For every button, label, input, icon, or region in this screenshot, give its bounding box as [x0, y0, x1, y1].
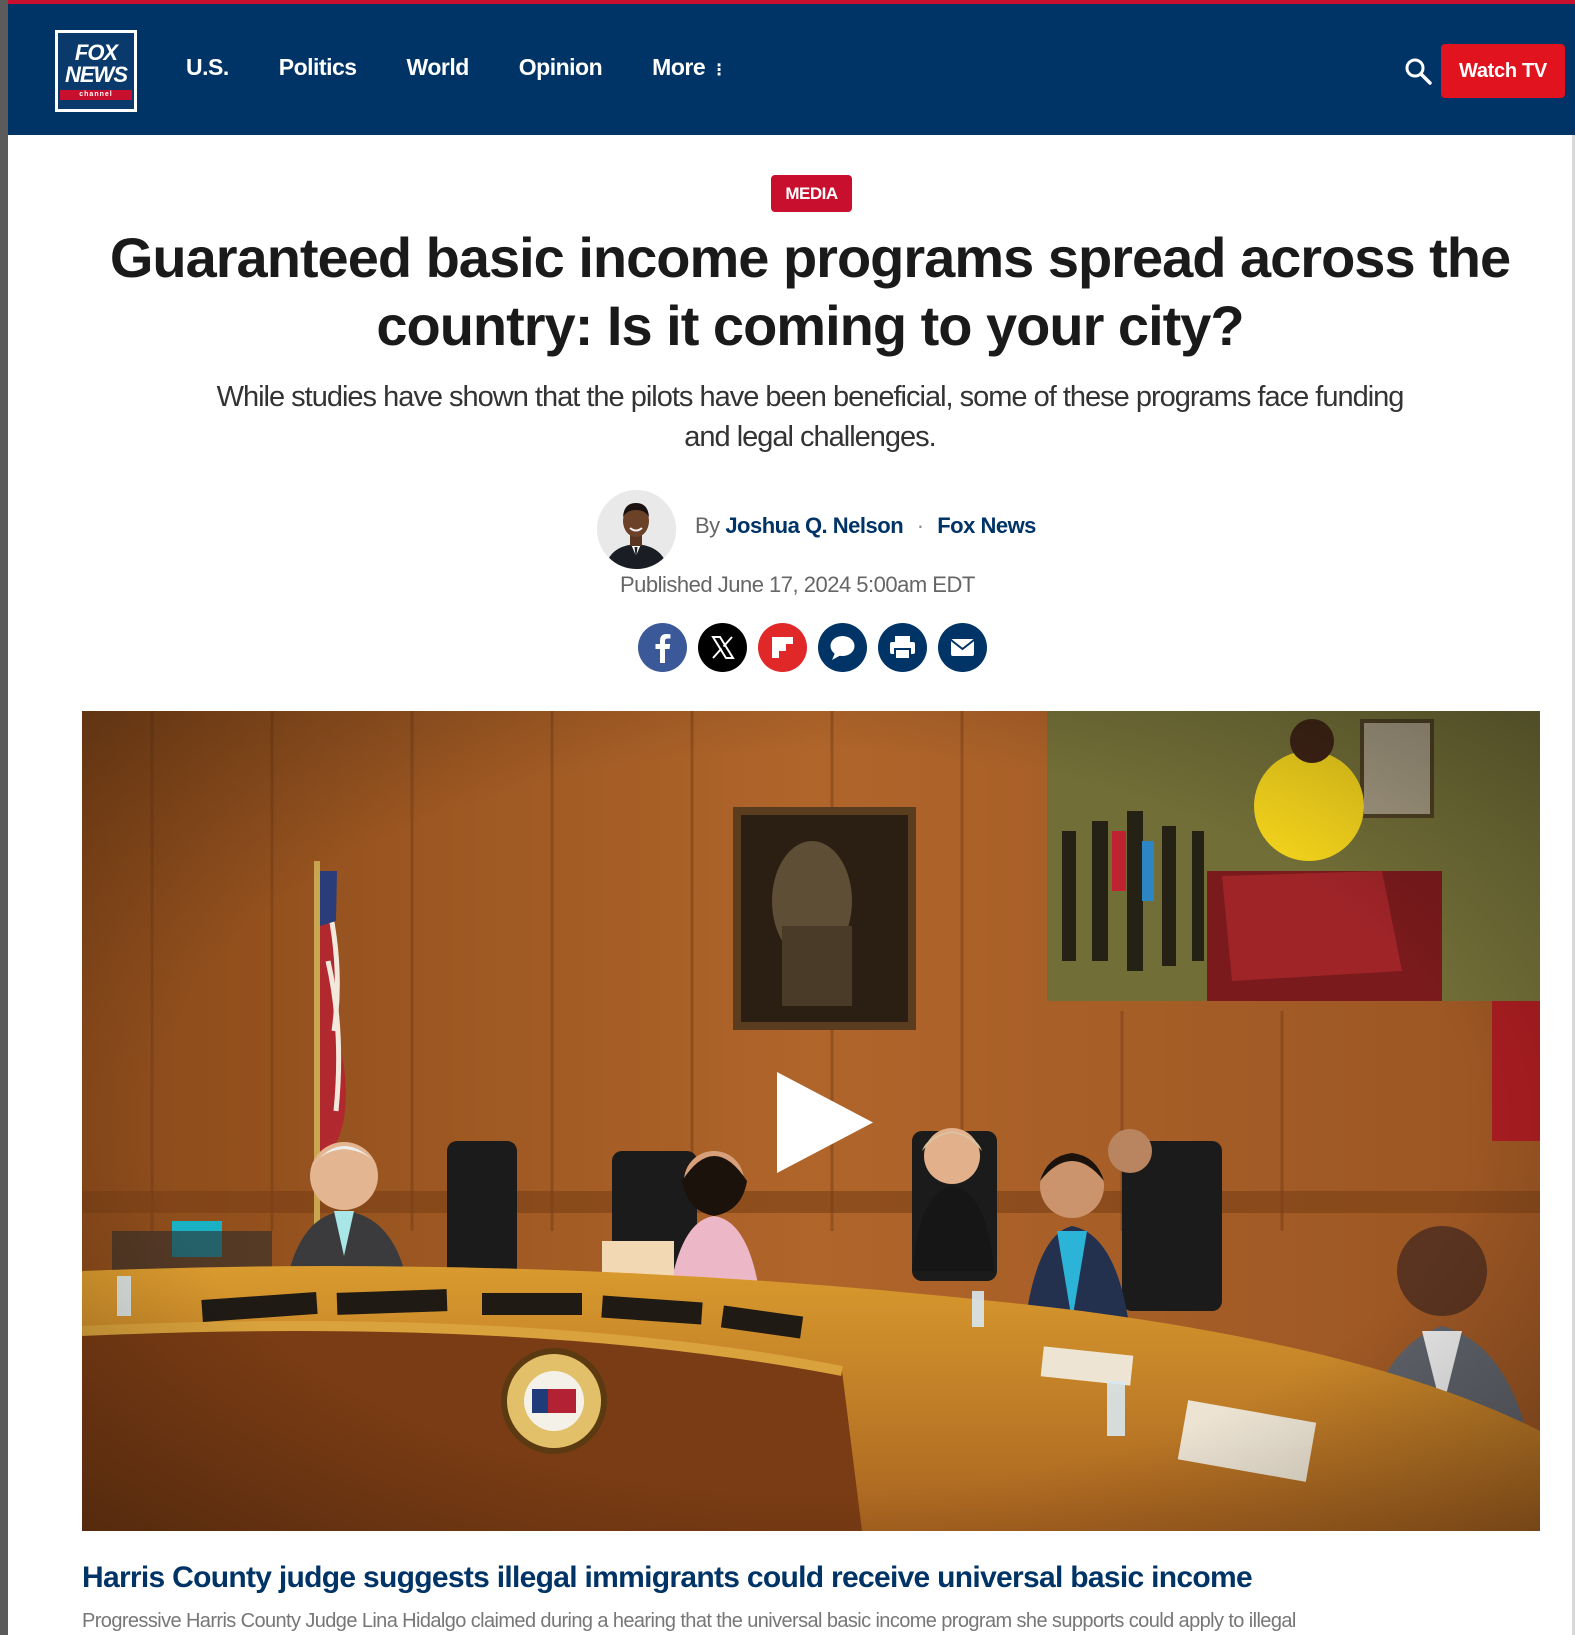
source-link[interactable]: Fox News — [937, 513, 1036, 538]
fox-news-logo[interactable]: FOX NEWS channel — [55, 30, 137, 112]
article-subhead: While studies have shown that the pilots… — [170, 377, 1450, 457]
byline-separator: · — [916, 513, 924, 538]
byline: By Joshua Q. Nelson · Fox News — [695, 513, 1036, 539]
window-edge — [0, 0, 8, 1635]
author-link[interactable]: Joshua Q. Nelson — [725, 513, 903, 538]
byline-prefix: By — [695, 513, 720, 538]
play-icon[interactable] — [775, 1070, 875, 1175]
author-avatar[interactable] — [597, 490, 676, 569]
subhead-line-1: While studies have shown that the pilots… — [216, 381, 1405, 413]
main-nav: U.S. Politics World Opinion More ⋮ — [186, 54, 727, 81]
published-date: Published June 17, 2024 5:00am EDT — [620, 572, 975, 597]
watch-tv-button[interactable]: Watch TV — [1441, 44, 1565, 98]
flipboard-icon[interactable] — [758, 623, 807, 672]
more-dots-icon: ⋮ — [711, 62, 727, 79]
share-buttons — [638, 623, 987, 672]
nav-item-opinion[interactable]: Opinion — [519, 54, 603, 81]
print-icon[interactable] — [878, 623, 927, 672]
comment-icon[interactable] — [818, 623, 867, 672]
facebook-icon[interactable] — [638, 623, 687, 672]
article-headline: Guaranteed basic income programs spread … — [70, 224, 1550, 360]
headline-line-1: Guaranteed basic income programs spread … — [109, 226, 1511, 289]
nav-item-more-label: More — [652, 54, 706, 80]
nav-item-politics[interactable]: Politics — [279, 54, 357, 81]
video-caption-title[interactable]: Harris County judge suggests illegal imm… — [82, 1561, 1253, 1595]
site-header: FOX NEWS channel U.S. Politics World Opi… — [8, 0, 1575, 135]
category-badge[interactable]: MEDIA — [771, 175, 852, 212]
nav-item-more[interactable]: More ⋮ — [652, 54, 727, 81]
nav-item-world[interactable]: World — [407, 54, 470, 81]
nav-item-us[interactable]: U.S. — [186, 54, 229, 81]
x-icon[interactable] — [698, 623, 747, 672]
video-caption-text: Progressive Harris County Judge Lina Hid… — [82, 1610, 1296, 1632]
email-icon[interactable] — [938, 623, 987, 672]
subhead-line-2: and legal challenges. — [684, 421, 936, 453]
search-icon[interactable] — [1403, 56, 1433, 86]
headline-line-2: country: Is it coming to your city? — [376, 294, 1244, 357]
